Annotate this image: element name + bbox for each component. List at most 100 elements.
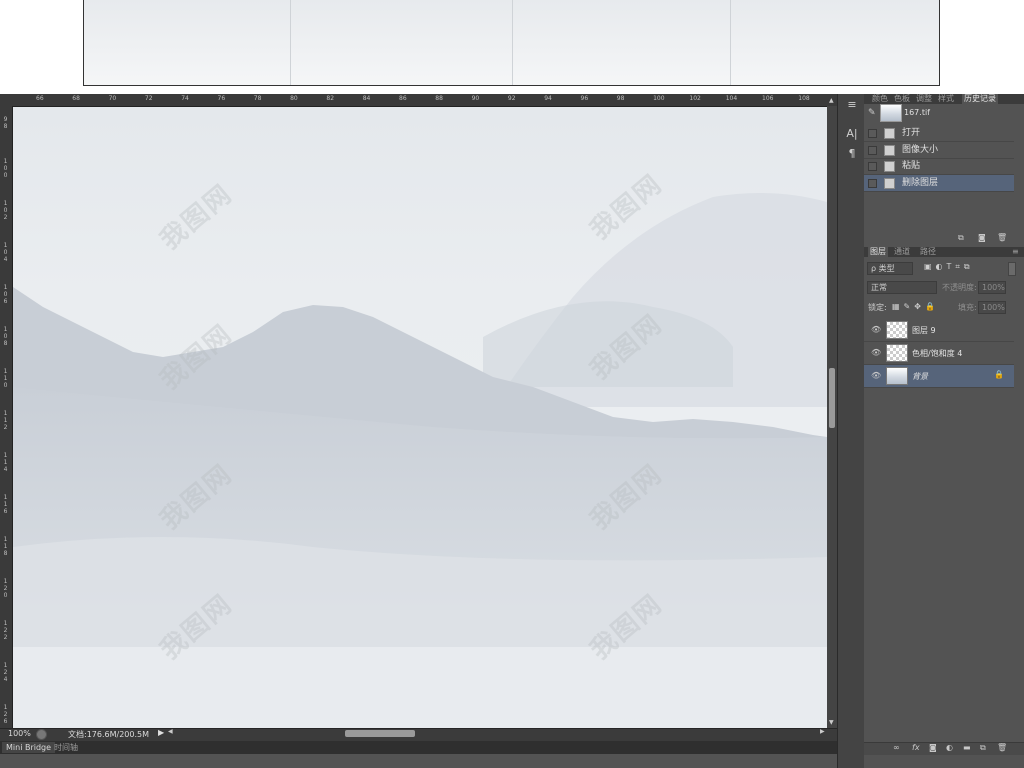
visibility-eye-icon[interactable]: 👁	[871, 325, 881, 334]
fx-icon[interactable]: fx	[912, 743, 920, 753]
trash-icon[interactable]: 🗑	[997, 233, 1007, 243]
history-state-icon	[884, 145, 895, 156]
opacity-label: 不透明度:	[942, 283, 977, 292]
ruler-tick-label: 106	[762, 95, 774, 102]
ruler-tick-label: 100	[3, 158, 8, 179]
folder-icon[interactable]: ▬	[963, 743, 971, 753]
ruler-tick-label: 114	[3, 452, 8, 473]
history-item-selected[interactable]: 删除图层	[864, 175, 1014, 192]
history-item[interactable]: 粘贴	[864, 158, 1014, 175]
snapshot-label[interactable]: 167.tif	[904, 108, 930, 117]
ruler-tick-label: 104	[725, 95, 738, 102]
blend-mode-select[interactable]: 正常	[867, 281, 937, 294]
ruler-tick-label: 110	[3, 368, 8, 389]
guide-line	[730, 0, 731, 85]
history-state-icon	[884, 178, 895, 189]
vertical-scroll-thumb[interactable]	[829, 368, 835, 428]
history-source-checkbox[interactable]	[868, 162, 877, 171]
ruler-tick-label: 124	[3, 662, 8, 683]
layer-row[interactable]: 👁 图层 9	[864, 319, 1014, 342]
ruler-tick-label: 88	[435, 95, 443, 102]
history-item[interactable]: 打开	[864, 125, 1014, 142]
top-document-preview	[83, 0, 940, 86]
new-document-from-state-icon[interactable]: ⧉	[958, 233, 964, 243]
ruler-tick-label: 126	[3, 704, 8, 725]
ruler-tick-label: 76	[217, 95, 226, 102]
history-source-checkbox[interactable]	[868, 146, 877, 155]
ruler-tick-label: 94	[544, 95, 552, 102]
history-state-icon	[884, 161, 895, 172]
ruler-tick-label: 74	[181, 95, 189, 102]
filter-type-icons[interactable]: ▣◐T⌗⧉	[924, 262, 974, 272]
camera-snapshot-icon[interactable]: ◙	[978, 233, 986, 243]
ruler-tick-label: 72	[144, 95, 153, 102]
ruler-tick-label: 66	[36, 95, 44, 102]
right-panel-area	[864, 94, 1024, 768]
adjustment-layer-icon[interactable]: ◐	[946, 743, 953, 753]
tab-color[interactable]: 颜色	[872, 94, 888, 104]
panel-menu-icon[interactable]: ≡	[1012, 247, 1019, 257]
new-layer-icon[interactable]: ⧉	[980, 743, 986, 753]
ruler-tick-label: 86	[399, 95, 407, 102]
tab-swatches[interactable]: 色板	[894, 94, 910, 104]
ruler-tick-label: 80	[290, 95, 298, 102]
status-options-icon[interactable]	[36, 729, 47, 740]
tool-options-strip	[837, 94, 866, 768]
tab-history[interactable]: 历史记录	[962, 94, 998, 104]
adjustments-icon[interactable]: ≡	[845, 98, 859, 112]
layer-thumbnail	[886, 344, 908, 362]
document-canvas[interactable]: 我图网 我图网 我图网 我图网 我图网 我图网 我图网 我图网	[13, 107, 827, 728]
opacity-field[interactable]: 100%	[978, 281, 1006, 294]
ruler-tick-label: 84	[362, 95, 371, 102]
history-source-checkbox[interactable]	[868, 129, 877, 138]
lock-label: 锁定:	[868, 303, 887, 312]
layer-mask-icon[interactable]: ◙	[929, 743, 937, 753]
history-item[interactable]: 图像大小	[864, 142, 1014, 159]
layer-filter-kind-select[interactable]: ρ 类型	[867, 262, 913, 275]
layers-panel-tabs: 图层 通道 路径 ≡	[864, 247, 1024, 257]
layer-row[interactable]: 👁 色相/饱和度 4	[864, 342, 1014, 365]
history-state-icon	[884, 128, 895, 139]
ruler-tick-label: 108	[798, 95, 810, 102]
trash-icon[interactable]: 🗑	[997, 743, 1007, 753]
visibility-eye-icon[interactable]: 👁	[871, 348, 881, 357]
snapshot-thumbnail[interactable]	[880, 104, 902, 122]
tab-layers[interactable]: 图层	[868, 247, 888, 257]
vertical-ruler: 98 100 102 104 106 108 110 112 114 116 118 120 122 12…	[0, 106, 13, 728]
visibility-eye-icon[interactable]: 👁	[871, 371, 881, 380]
ruler-tick-label: 108	[3, 326, 8, 347]
paragraph-icon[interactable]: ¶	[845, 147, 859, 161]
tab-adjustments[interactable]: 调整	[916, 94, 932, 104]
history-brush-icon[interactable]: ✎	[868, 108, 876, 118]
ruler-tick-label: 112	[3, 410, 8, 431]
tab-styles[interactable]: 样式	[938, 94, 954, 104]
character-icon[interactable]: A|	[845, 127, 859, 141]
tab-mini-bridge[interactable]: Mini Bridge	[2, 742, 56, 753]
tab-channels[interactable]: 通道	[894, 247, 910, 257]
link-layers-icon[interactable]: ∞	[893, 743, 900, 753]
document-size-info: 文档:176.6M/200.5M	[68, 730, 149, 739]
fill-label: 填充:	[958, 303, 977, 312]
layer-name: 色相/饱和度 4	[912, 349, 963, 358]
ruler-tick-label: 92	[507, 95, 516, 102]
fill-field[interactable]: 100%	[978, 301, 1006, 314]
scroll-down-arrow-icon[interactable]: ▼	[829, 719, 834, 726]
ruler-tick-label: 68	[72, 95, 80, 102]
lock-icon[interactable]: 🔒	[994, 370, 1004, 379]
guide-line	[512, 0, 513, 85]
scroll-left-arrow-icon[interactable]: ◀	[168, 728, 173, 735]
horizontal-scroll-thumb[interactable]	[345, 730, 415, 737]
layer-thumbnail	[886, 321, 908, 339]
tab-paths[interactable]: 路径	[920, 247, 936, 257]
guide-line	[290, 0, 291, 85]
layer-row-selected[interactable]: 👁 背景 🔒	[864, 365, 1014, 388]
zoom-level[interactable]: 100%	[8, 729, 31, 738]
tab-timeline[interactable]: 时间轴	[50, 742, 82, 753]
scroll-up-arrow-icon[interactable]: ▲	[829, 97, 834, 104]
filter-toggle-icon[interactable]	[1008, 262, 1016, 276]
ruler-tick-label: 96	[580, 95, 589, 102]
status-menu-arrow-icon[interactable]: ▶	[158, 728, 164, 737]
history-source-checkbox[interactable]	[868, 179, 877, 188]
lock-icons[interactable]: ▦✎✥🔒	[892, 302, 939, 311]
scroll-right-arrow-icon[interactable]: ▶	[820, 728, 825, 735]
